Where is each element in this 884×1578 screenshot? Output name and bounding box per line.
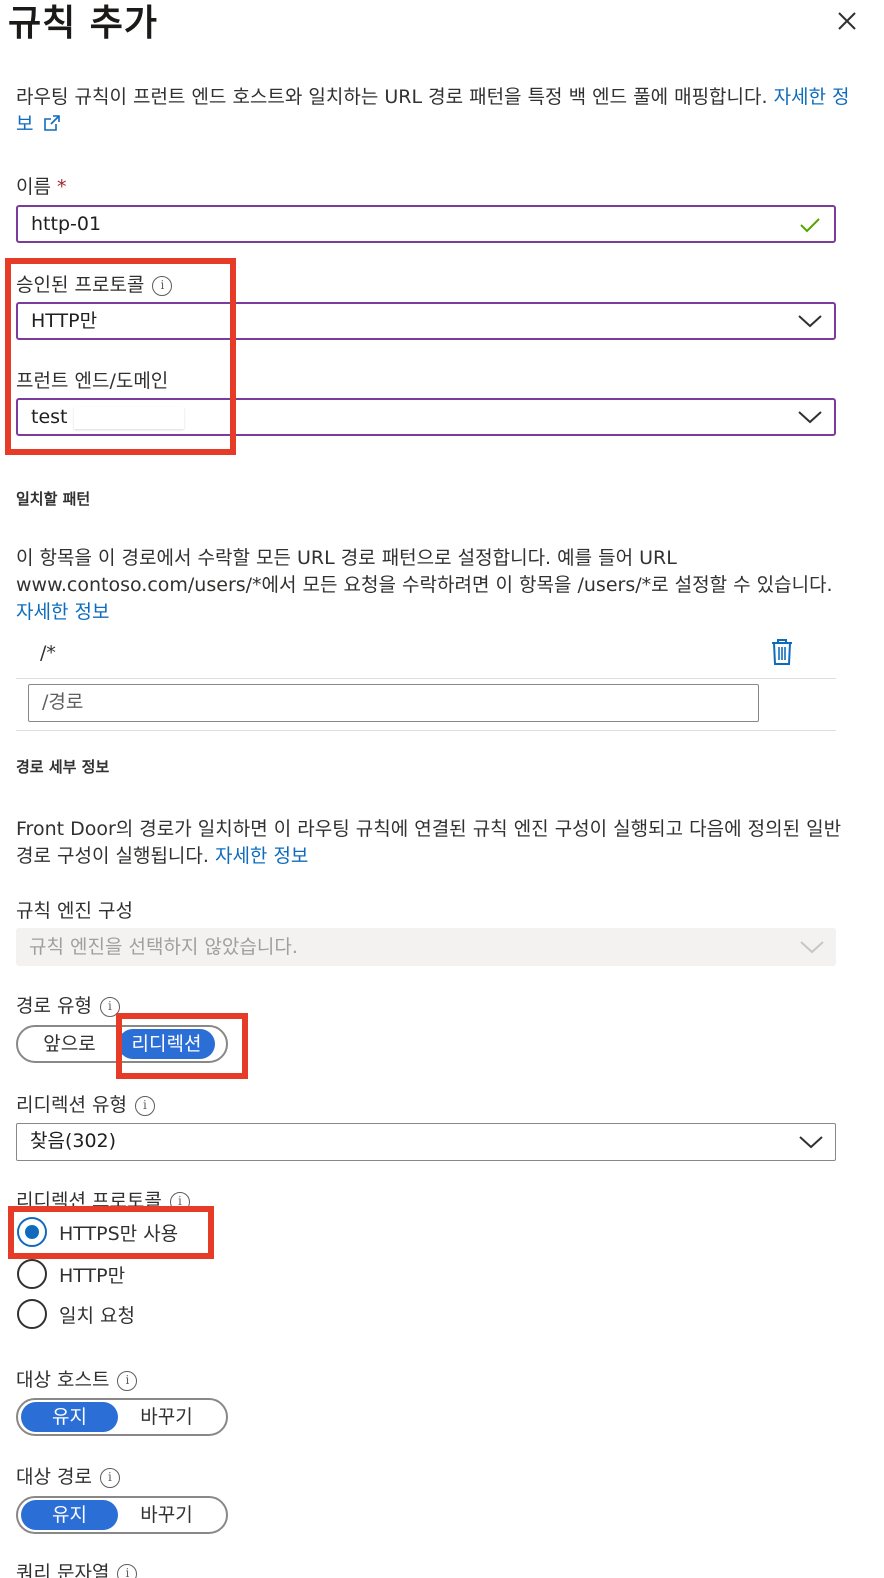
route-details-description: Front Door의 경로가 일치하면 이 라우팅 규칙에 연결된 규칙 엔진… — [16, 818, 842, 867]
info-icon[interactable]: i — [99, 1468, 120, 1488]
new-path-input[interactable]: /경로 — [28, 684, 759, 722]
match-pattern-heading: 일치할 패턴 — [16, 490, 91, 508]
query-string-label: 쿼리 문자열 i — [16, 1558, 138, 1578]
divider — [16, 678, 836, 679]
intro-text: 라우팅 규칙이 프런트 엔드 호스트와 일치하는 URL 경로 패턴을 특정 백… — [16, 86, 850, 135]
name-field[interactable]: http-01 — [16, 205, 836, 243]
dest-path-label: 대상 경로 i — [16, 1462, 120, 1489]
radio-unselected-icon — [17, 1259, 47, 1289]
highlight-box-protocol — [5, 258, 236, 455]
chevron-down-icon — [800, 941, 824, 954]
external-link-icon — [43, 115, 60, 131]
info-icon[interactable]: i — [117, 1564, 138, 1578]
learn-more-link[interactable]: 자세한 정보 — [16, 601, 109, 623]
dest-host-replace[interactable]: 바꾸기 — [118, 1402, 215, 1432]
divider — [16, 730, 836, 731]
info-icon[interactable]: i — [134, 1096, 155, 1116]
highlight-box-route-type — [116, 1013, 248, 1079]
required-mark: * — [57, 176, 67, 198]
delete-icon[interactable] — [770, 638, 794, 666]
radio-http-only[interactable]: HTTP만 — [17, 1259, 125, 1289]
rules-engine-label: 규칙 엔진 구성 — [16, 900, 133, 922]
name-label: 이름 * — [16, 176, 67, 198]
pattern-row: /* — [40, 642, 56, 664]
route-type-forward[interactable]: 앞으로 — [21, 1029, 118, 1059]
dest-path-replace[interactable]: 바꾸기 — [118, 1500, 215, 1530]
close-icon[interactable] — [832, 6, 862, 36]
checkmark-icon — [800, 218, 820, 233]
panel-title: 규칙 추가 — [8, 3, 159, 44]
redirect-type-dropdown[interactable]: 찾음(302) — [16, 1123, 836, 1161]
dest-path-keep[interactable]: 유지 — [21, 1500, 118, 1530]
highlight-box-redirect-protocol — [8, 1206, 214, 1259]
route-details-heading: 경로 세부 정보 — [16, 758, 110, 776]
dest-host-toggle[interactable]: 유지 바꾸기 — [16, 1398, 228, 1436]
info-icon[interactable]: i — [117, 1371, 138, 1391]
chevron-down-icon — [798, 411, 822, 424]
dest-host-label: 대상 호스트 i — [16, 1365, 138, 1392]
radio-match-request[interactable]: 일치 요청 — [17, 1299, 135, 1329]
chevron-down-icon — [798, 315, 822, 328]
redirect-type-label: 리디렉션 유형 i — [16, 1090, 155, 1117]
dest-path-toggle[interactable]: 유지 바꾸기 — [16, 1496, 228, 1534]
rules-engine-dropdown: 규칙 엔진을 선택하지 않았습니다. — [16, 928, 836, 966]
route-type-label: 경로 유형 i — [16, 991, 120, 1018]
learn-more-link[interactable]: 자세한 정보 — [215, 845, 308, 867]
dest-host-keep[interactable]: 유지 — [21, 1402, 118, 1432]
chevron-down-icon — [799, 1136, 823, 1149]
match-pattern-description: 이 항목을 이 경로에서 수락할 모든 URL 경로 패턴으로 설정합니다. 예… — [16, 547, 833, 623]
radio-unselected-icon — [17, 1299, 47, 1329]
